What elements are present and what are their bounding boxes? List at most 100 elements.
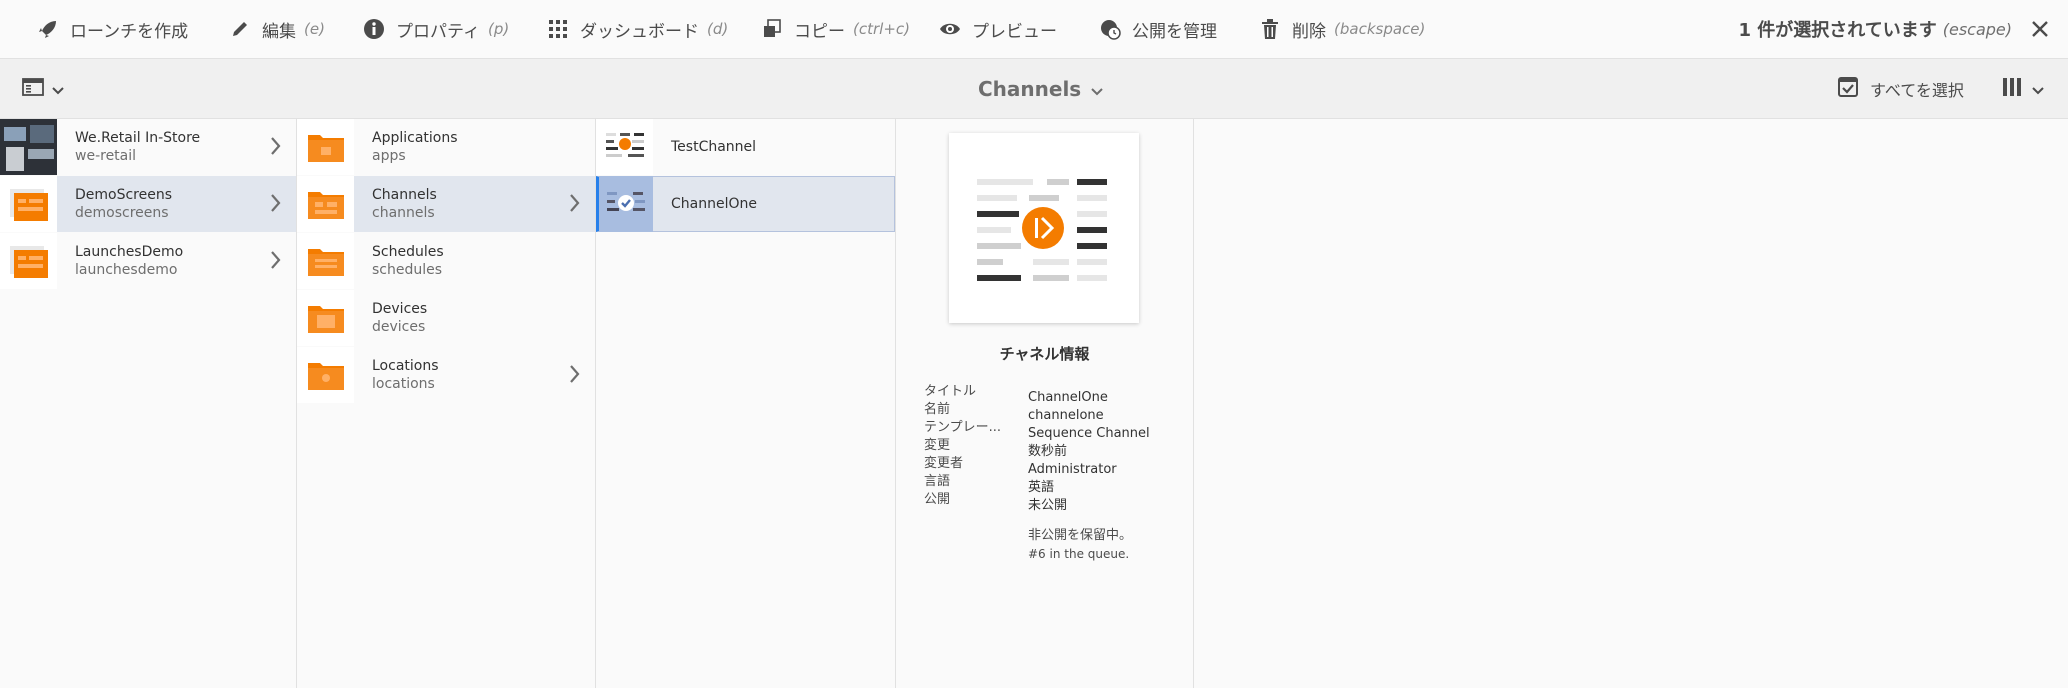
select-all-button[interactable]: すべてを選択 <box>1838 59 1964 118</box>
selection-hint: (escape) <box>1942 19 2012 39</box>
info-icon <box>362 17 386 41</box>
manage-publication-button[interactable]: 公開を管理 <box>1098 0 1217 58</box>
folder-thumbnail <box>0 176 57 232</box>
item-name: demoscreens <box>75 205 169 221</box>
list-item-applications[interactable]: Applications apps <box>297 119 595 175</box>
item-name: we-retail <box>75 148 137 164</box>
folder-thumbnail <box>0 233 57 289</box>
folder-icon <box>297 233 354 289</box>
item-name: schedules <box>372 262 443 278</box>
chevron-right-icon[interactable] <box>270 249 282 275</box>
selection-label: 1 件が選択されています <box>1738 20 1937 41</box>
queue-status: #6 in the queue. <box>1028 547 1130 561</box>
pencil-icon <box>228 17 252 41</box>
meta-key: 公開 <box>924 492 951 507</box>
chevron-down-icon <box>52 80 64 99</box>
meta-key: テンプレー... <box>924 420 1002 435</box>
list-item-testchannel[interactable]: TestChannel <box>596 119 895 175</box>
edit-label: 編集 <box>262 21 296 42</box>
folder-icon <box>297 347 354 403</box>
empty-column <box>1194 119 2068 688</box>
item-title: ChannelOne <box>671 196 757 212</box>
meta-value: 未公開 <box>1028 498 1068 513</box>
item-title: Channels <box>372 187 437 203</box>
dashboard-button[interactable]: ダッシュボード (d) <box>546 0 728 58</box>
checked-thumbnail <box>599 176 653 232</box>
pending-status: 非公開を保留中。 <box>1028 528 1133 543</box>
preview-button[interactable]: プレビュー <box>938 0 1057 58</box>
chevron-right-icon[interactable] <box>569 363 581 389</box>
properties-hint: (p) <box>487 20 510 38</box>
folders-column: Applications apps Channels channels Sche… <box>297 119 596 688</box>
manage-publication-label: 公開を管理 <box>1132 21 1217 42</box>
meta-row-published: 公開 未公開 <box>924 491 1067 515</box>
play-icon <box>1022 207 1064 249</box>
select-all-label: すべてを選択 <box>1870 80 1964 100</box>
list-item-launchesdemo[interactable]: LaunchesDemo launchesdemo <box>0 233 296 289</box>
delete-button[interactable]: 削除 (backspace) <box>1258 0 1425 58</box>
item-title: Applications <box>372 130 458 146</box>
preview-card <box>949 133 1139 323</box>
list-item-schedules[interactable]: Schedules schedules <box>297 233 595 289</box>
meta-key: 変更者 <box>924 456 964 471</box>
list-item-we-retail[interactable]: We.Retail In-Store we-retail <box>0 119 296 175</box>
chevron-right-icon[interactable] <box>270 135 282 161</box>
view-switcher[interactable] <box>2002 77 2044 101</box>
item-title: TestChannel <box>671 139 757 155</box>
dashboard-hint: (d) <box>707 20 729 38</box>
item-title: Locations <box>372 358 439 374</box>
list-item-devices[interactable]: Devices devices <box>297 290 595 346</box>
edit-button[interactable]: 編集 (e) <box>228 0 325 58</box>
rail-toggle-button[interactable] <box>22 77 64 101</box>
folder-icon <box>297 119 354 175</box>
item-title: Devices <box>372 301 428 317</box>
folder-icon <box>297 290 354 346</box>
delete-label: 削除 <box>1292 21 1326 42</box>
meta-heading: チャネル情報 <box>999 345 1090 363</box>
create-launch-button[interactable]: ローンチを作成 <box>36 0 188 58</box>
meta-column: チャネル情報 タイトル ChannelOne 名前 channelone テンプレー… <box>896 119 1194 688</box>
item-title: LaunchesDemo <box>75 244 184 260</box>
copy-icon <box>760 17 784 41</box>
item-name: channels <box>372 205 435 221</box>
item-title: We.Retail In-Store <box>75 130 201 146</box>
list-item-channelone[interactable]: ChannelOne <box>596 176 895 232</box>
list-item-demoscreens[interactable]: DemoScreens demoscreens <box>0 176 296 232</box>
edit-hint: (e) <box>304 20 325 38</box>
item-title: DemoScreens <box>75 187 173 203</box>
chevron-right-icon[interactable] <box>569 192 581 218</box>
column-view-icon <box>2002 77 2024 101</box>
copy-hint: (ctrl+c) <box>853 20 910 38</box>
meta-key: 変更 <box>924 438 951 453</box>
delete-hint: (backspace) <box>1334 20 1426 38</box>
list-item-locations[interactable]: Locations locations <box>297 347 595 403</box>
panel-icon <box>22 77 44 101</box>
list-item-channels[interactable]: Channels channels <box>297 176 595 232</box>
properties-button[interactable]: プロパティ (p) <box>362 0 509 58</box>
globe-clock-icon <box>1098 17 1122 41</box>
item-title: Schedules <box>372 244 444 260</box>
sites-column: We.Retail In-Store we-retail DemoScreens… <box>0 119 297 688</box>
page-title-label: Channels <box>978 76 1082 101</box>
grid-icon <box>546 17 570 41</box>
header-bar: Channels すべてを選択 <box>0 59 2068 119</box>
trash-icon <box>1258 17 1282 41</box>
action-bar: ローンチを作成 編集 (e) プロパティ (p) ダッシュボード (d) コピー… <box>0 0 2068 59</box>
meta-key: 名前 <box>924 402 951 417</box>
eye-icon <box>938 17 962 41</box>
create-launch-label: ローンチを作成 <box>70 21 189 42</box>
item-name: launchesdemo <box>75 262 178 278</box>
channels-column: TestChannel ChannelOne <box>596 119 896 688</box>
item-name: apps <box>372 148 406 164</box>
site-thumbnail <box>0 119 57 175</box>
meta-key: タイトル <box>924 384 977 399</box>
close-icon[interactable] <box>2028 17 2052 41</box>
meta-key: 言語 <box>924 474 951 489</box>
page-title[interactable]: Channels <box>978 59 1103 118</box>
chevron-down-icon <box>2032 80 2044 99</box>
copy-button[interactable]: コピー (ctrl+c) <box>760 0 910 58</box>
chevron-down-icon <box>1091 77 1103 101</box>
dashboard-label: ダッシュボード <box>580 21 699 42</box>
checkbox-icon <box>1838 76 1858 101</box>
chevron-right-icon[interactable] <box>270 192 282 218</box>
